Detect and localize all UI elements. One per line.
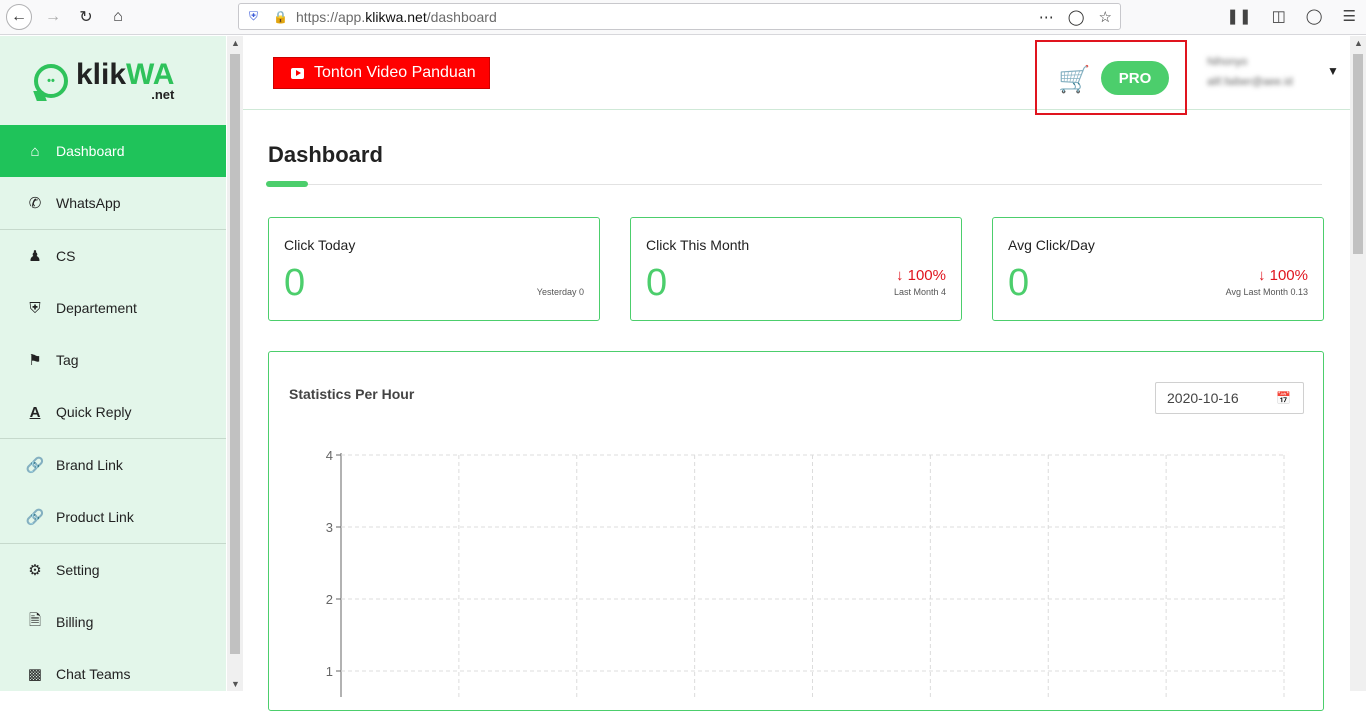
link-icon: 🔗 bbox=[25, 457, 45, 474]
sidebar-item-departement[interactable]: ⛨ Departement bbox=[0, 282, 226, 334]
stat-label: Click This Month bbox=[646, 237, 750, 253]
stat-card-avg-click: Avg Click/Day 0 ↓ 100% Avg Last Month 0.… bbox=[992, 217, 1324, 321]
bookmark-star-icon[interactable]: ☆ bbox=[1099, 8, 1112, 26]
sidebar-item-cs[interactable]: ♟ CS bbox=[0, 230, 226, 282]
user-info[interactable]: Nihonyo alif.faiber@aee.id bbox=[1207, 52, 1293, 92]
reload-icon[interactable]: ↻ bbox=[73, 4, 99, 30]
youtube-play-icon bbox=[291, 67, 304, 79]
stat-value: 0 bbox=[284, 262, 306, 304]
menu-icon[interactable]: ☰ bbox=[1343, 7, 1356, 25]
library-icon[interactable]: ❚❚ bbox=[1226, 7, 1251, 25]
arrow-down-icon: ↓ bbox=[1257, 267, 1266, 284]
calendar-icon[interactable]: 📅 bbox=[1276, 391, 1291, 405]
home-icon[interactable]: ⌂ bbox=[105, 4, 131, 30]
sidebar-item-brand-link[interactable]: 🔗 Brand Link bbox=[0, 439, 226, 491]
address-bar[interactable]: ⛨ 🔒 https://app.klikwa.net/dashboard ⋯ ◯… bbox=[238, 3, 1121, 30]
link-icon: 🔗 bbox=[25, 509, 45, 526]
lock-icon[interactable]: 🔒 bbox=[273, 10, 288, 24]
page-title: Dashboard bbox=[268, 142, 383, 167]
url-text[interactable]: https://app.klikwa.net/dashboard bbox=[296, 9, 497, 25]
y-tick-label: 1 bbox=[326, 664, 333, 679]
sidebar-toggle-icon[interactable]: ◫ bbox=[1272, 7, 1286, 25]
sidebar-scrollbar[interactable]: ▲ ▼ bbox=[227, 36, 243, 691]
date-picker-input[interactable]: 2020-10-16 📅 bbox=[1155, 382, 1304, 414]
main-content: Dashboard Click Today 0 Yesterday 0 Clic… bbox=[243, 110, 1350, 711]
scroll-up-icon[interactable]: ▲ bbox=[1354, 38, 1363, 48]
sidebar-item-dashboard[interactable]: ⌂ Dashboard bbox=[0, 125, 226, 177]
scrollbar-thumb[interactable] bbox=[1353, 54, 1363, 254]
browser-toolbar: ← → ↻ ⌂ ⛨ 🔒 https://app.klikwa.net/dashb… bbox=[0, 0, 1366, 35]
top-header: Tonton Video Panduan 🛒 PRO Nihonyo alif.… bbox=[243, 36, 1350, 115]
stat-label: Click Today bbox=[284, 237, 356, 253]
cart-icon[interactable]: 🛒 bbox=[1058, 64, 1090, 95]
stat-sub: Avg Last Month 0.13 bbox=[1225, 287, 1308, 297]
back-icon[interactable]: ← bbox=[6, 4, 32, 30]
stat-value: 0 bbox=[1008, 262, 1030, 304]
more-actions-icon[interactable]: ⋯ bbox=[1039, 8, 1054, 26]
stat-card-click-month: Click This Month 0 ↓ 100% Last Month 4 bbox=[630, 217, 962, 321]
forward-icon[interactable]: → bbox=[40, 4, 66, 30]
title-accent bbox=[266, 181, 308, 187]
home-icon: ⌂ bbox=[30, 142, 40, 160]
chat-icon: ▩ bbox=[27, 666, 43, 683]
stat-sub: Yesterday 0 bbox=[536, 287, 584, 297]
chevron-down-icon[interactable]: ▼ bbox=[1327, 64, 1339, 78]
account-icon[interactable]: ◯ bbox=[1306, 7, 1323, 25]
sidebar-item-product-link[interactable]: 🔗 Product Link bbox=[0, 491, 226, 543]
divider bbox=[266, 184, 1322, 185]
scroll-down-icon[interactable]: ▼ bbox=[231, 679, 240, 689]
sidebar: •• klikWA .net ⌂ Dashboard ✆ WhatsApp ♟ CS … bbox=[0, 36, 226, 691]
shield-icon[interactable]: ⛨ bbox=[249, 9, 261, 23]
arrow-down-icon: ↓ bbox=[895, 267, 904, 284]
stat-sub: Last Month 4 bbox=[893, 287, 946, 297]
video-guide-button[interactable]: Tonton Video Panduan bbox=[273, 57, 490, 89]
logo[interactable]: •• klikWA .net bbox=[0, 36, 226, 125]
chat-bubble-icon: •• bbox=[34, 63, 68, 98]
users-icon: ♟ bbox=[28, 248, 42, 265]
gear-icon: ⚙ bbox=[28, 562, 42, 579]
stat-card-click-today: Click Today 0 Yesterday 0 bbox=[268, 217, 600, 321]
text-icon: A bbox=[29, 403, 41, 421]
sidebar-item-chat-teams[interactable]: ▩ Chat Teams bbox=[0, 648, 226, 700]
page-scrollbar[interactable]: ▲ bbox=[1350, 36, 1366, 691]
sidebar-item-setting[interactable]: ⚙ Setting bbox=[0, 544, 226, 596]
stat-label: Avg Click/Day bbox=[1008, 237, 1095, 253]
y-tick-label: 4 bbox=[326, 448, 333, 463]
hourly-chart: 1 2 3 4 bbox=[326, 448, 1285, 697]
y-tick-label: 3 bbox=[326, 520, 333, 535]
y-tick-label: 2 bbox=[326, 592, 333, 607]
sidebar-item-billing[interactable]: 🗎 Billing bbox=[0, 596, 226, 648]
plan-badge[interactable]: PRO bbox=[1101, 61, 1169, 95]
stat-change: ↓ 100% bbox=[895, 267, 946, 284]
chart-title: Statistics Per Hour bbox=[289, 386, 415, 402]
stat-value: 0 bbox=[646, 262, 668, 304]
sidebar-item-quick-reply[interactable]: A Quick Reply bbox=[0, 386, 226, 438]
whatsapp-icon: ✆ bbox=[28, 195, 42, 212]
tag-icon: ⚑ bbox=[28, 352, 42, 369]
document-icon: 🗎 bbox=[28, 611, 42, 629]
stat-change: ↓ 100% bbox=[1257, 267, 1308, 284]
shield-user-icon: ⛨ bbox=[29, 299, 41, 317]
scrollbar-thumb[interactable] bbox=[230, 54, 240, 654]
sidebar-item-whatsapp[interactable]: ✆ WhatsApp bbox=[0, 177, 226, 229]
sidebar-item-tag[interactable]: ⚑ Tag bbox=[0, 334, 226, 386]
chart-card: Statistics Per Hour 2020-10-16 📅 1 2 3 4 bbox=[268, 351, 1324, 711]
pocket-icon[interactable]: ◯ bbox=[1068, 8, 1085, 26]
scroll-up-icon[interactable]: ▲ bbox=[231, 38, 240, 48]
